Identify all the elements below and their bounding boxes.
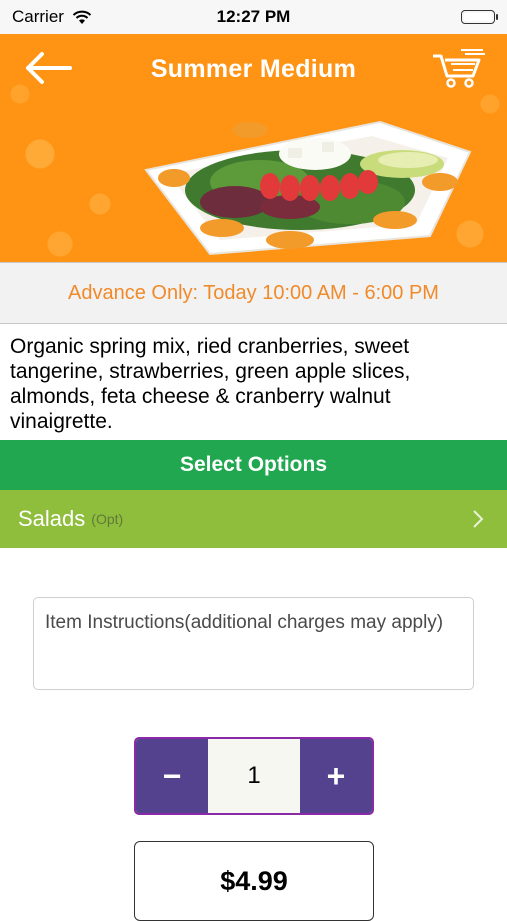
item-description: Organic spring mix, ried cranberries, sw…	[10, 335, 411, 433]
decrement-button[interactable]: −	[136, 739, 208, 813]
quantity-value[interactable]: 1	[208, 739, 300, 813]
page-title: Summer Medium	[150, 54, 357, 83]
availability-banner: Advance Only: Today 10:00 AM - 6:00 PM	[0, 262, 507, 324]
hero-header: Summer Medium	[0, 34, 507, 262]
increment-button[interactable]: +	[300, 739, 372, 813]
select-options-label: Select Options	[179, 453, 328, 476]
cart-icon[interactable]	[431, 46, 487, 90]
select-options-header: Select Options	[0, 440, 507, 490]
nav-bar: Summer Medium	[0, 34, 507, 104]
back-arrow-icon[interactable]	[22, 50, 74, 86]
salads-option-row[interactable]: Salads (Opt)	[0, 490, 507, 548]
price-label: $4.99	[220, 866, 288, 896]
optional-tag: (Opt)	[91, 511, 124, 527]
status-bar: Carrier 12:27 PM	[0, 0, 507, 34]
item-instructions-input[interactable]	[33, 597, 474, 690]
wifi-icon	[72, 10, 92, 24]
status-left: Carrier	[12, 7, 92, 27]
availability-text: Advance Only: Today 10:00 AM - 6:00 PM	[68, 281, 439, 304]
salad-image	[144, 120, 472, 256]
salads-label: Salads	[18, 506, 86, 531]
chevron-right-icon	[473, 510, 484, 528]
price-button[interactable]: $4.99	[134, 841, 374, 921]
carrier-label: Carrier	[12, 7, 64, 26]
battery-icon	[461, 10, 498, 24]
quantity-stepper: − 1 +	[134, 737, 374, 815]
